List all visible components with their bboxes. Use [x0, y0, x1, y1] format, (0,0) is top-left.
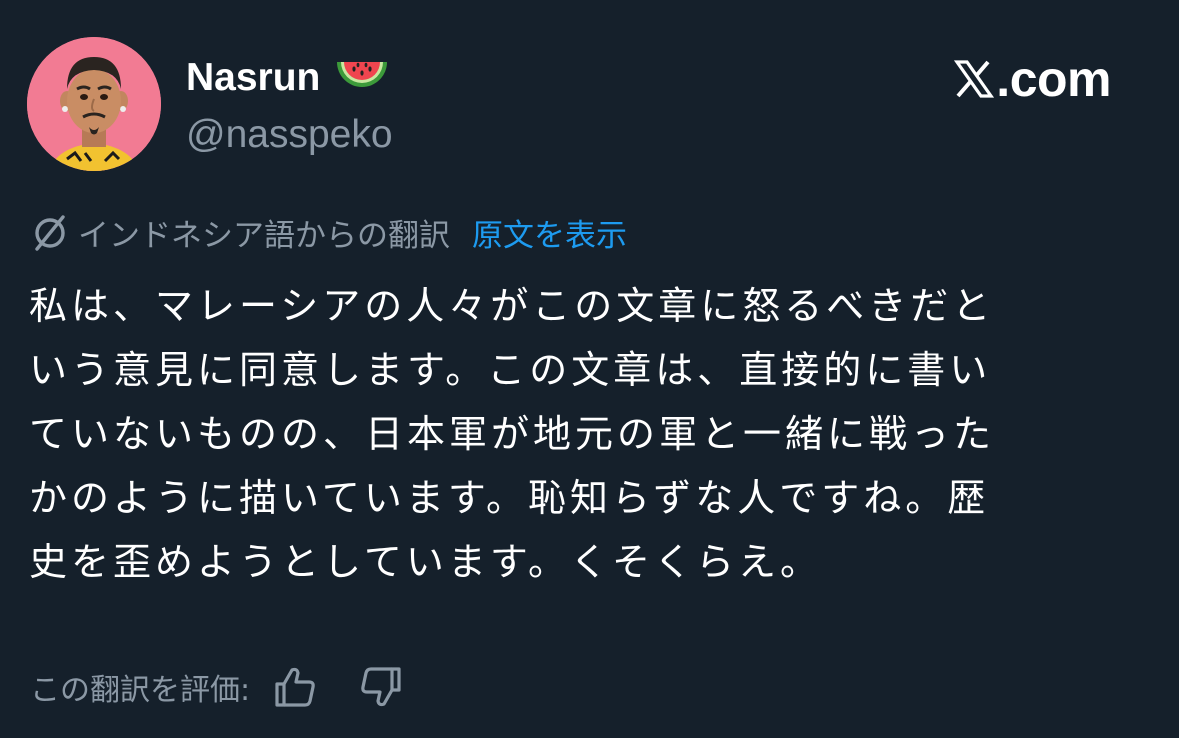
tweet-text-line: かのように描いています。恥知らずな人ですね。歴 [29, 476, 990, 520]
translate-icon [30, 212, 70, 252]
translation-label: インドネシア語からの翻訳 [78, 217, 450, 254]
tweet-text: 私は、マレーシアの人々がこの文章に怒るべきだと いう意見に同意します。この文章は… [29, 274, 1139, 594]
memoji-avatar-icon [27, 37, 161, 171]
brand: .com [954, 50, 1111, 108]
tweet-text-line: いう意見に同意します。この文章は、直接的に書い [29, 348, 992, 392]
brand-text: .com [996, 51, 1111, 107]
rate-translation-bar: この翻訳を評価: [30, 662, 404, 712]
display-name-row: Nasrun [186, 50, 393, 106]
rate-translation-label: この翻訳を評価: [30, 673, 251, 708]
show-original-link[interactable]: 原文を表示 [472, 210, 627, 255]
user-handle[interactable]: @nasspeko [186, 110, 393, 160]
thumbs-up-icon[interactable] [272, 664, 318, 710]
tweet-text-line: 史を歪めようとしています。くそくらえ。 [29, 540, 823, 584]
tweet-card: Nasrun @nasspeko .com インドネシア語からの翻訳 原文を表示… [0, 0, 1179, 738]
display-name[interactable]: Nasrun [186, 50, 320, 106]
tweet-text-line: ていないものの、日本軍が地元の軍と一緒に戦った [29, 412, 996, 456]
watermelon-icon [334, 56, 390, 100]
tweet-text-line: 私は、マレーシアの人々がこの文章に怒るべきだと [29, 284, 995, 328]
thumbs-down-icon[interactable] [358, 664, 404, 710]
translation-bar: インドネシア語からの翻訳 原文を表示 [30, 209, 627, 255]
avatar[interactable] [27, 37, 161, 171]
x-logo-icon [954, 59, 995, 99]
user-info: Nasrun @nasspeko [186, 50, 393, 160]
